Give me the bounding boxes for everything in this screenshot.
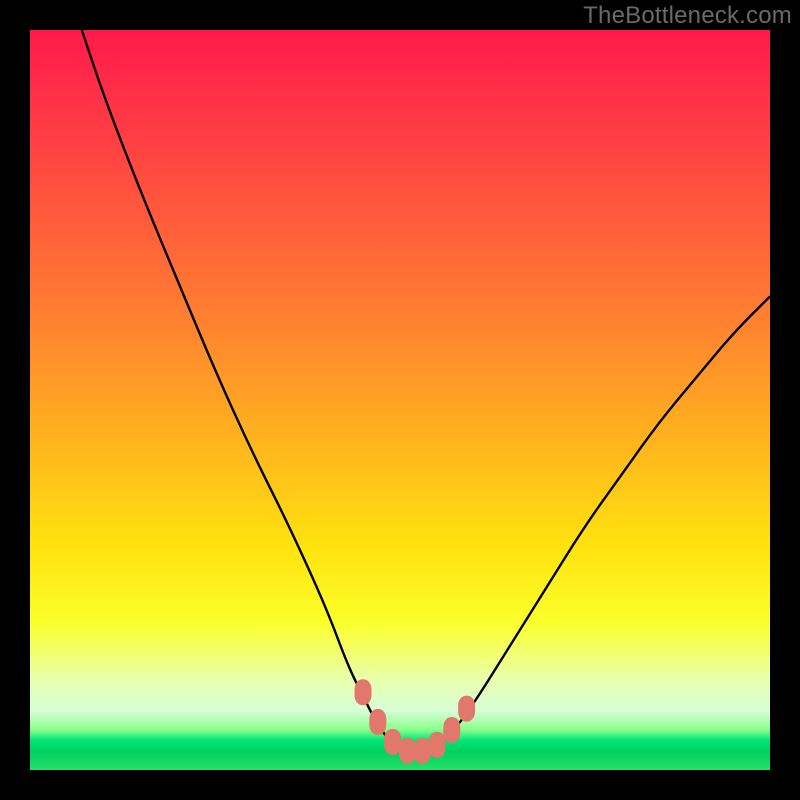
outer-frame: TheBottleneck.com	[0, 0, 800, 800]
chart-svg	[30, 30, 770, 770]
marker-pill	[384, 729, 401, 755]
marker-pill	[429, 732, 446, 758]
marker-pill	[355, 679, 372, 705]
gradient-background	[30, 30, 770, 770]
marker-pill	[369, 709, 386, 735]
marker-pill	[414, 738, 431, 764]
plot-area	[30, 30, 770, 770]
watermark-text: TheBottleneck.com	[583, 2, 792, 30]
marker-pill	[399, 738, 416, 764]
marker-pill	[458, 696, 475, 722]
marker-pill	[443, 717, 460, 743]
